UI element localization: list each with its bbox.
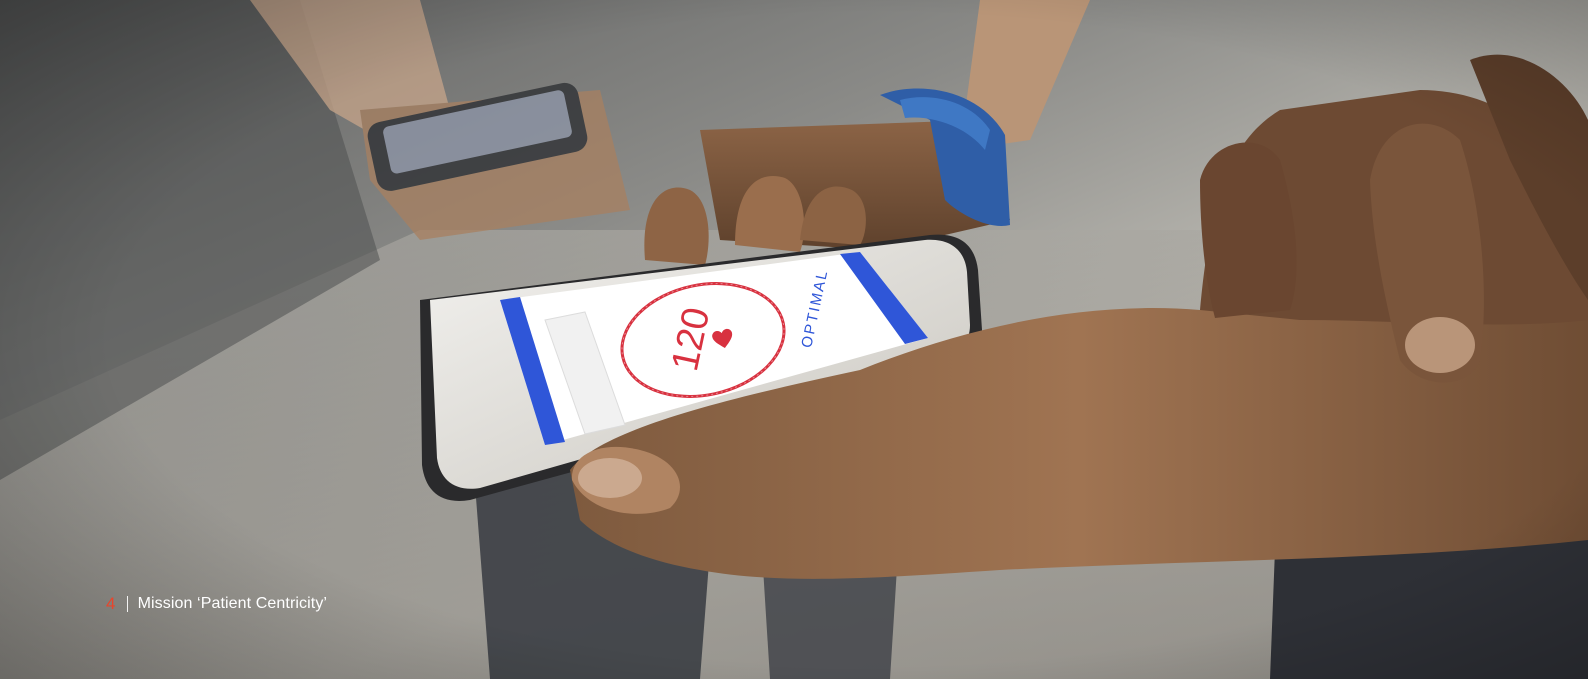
- page-footer: 4 Mission ‘Patient Centricity’: [106, 594, 327, 614]
- cover-photo: [0, 0, 1588, 679]
- heart-icon: [710, 326, 736, 352]
- page-number: 4: [106, 594, 116, 613]
- footer-separator: [126, 596, 128, 612]
- section-title: Mission ‘Patient Centricity’: [137, 595, 328, 612]
- page: 120 OPTIMAL 4 Mission ‘Patient Centricit…: [0, 0, 1588, 679]
